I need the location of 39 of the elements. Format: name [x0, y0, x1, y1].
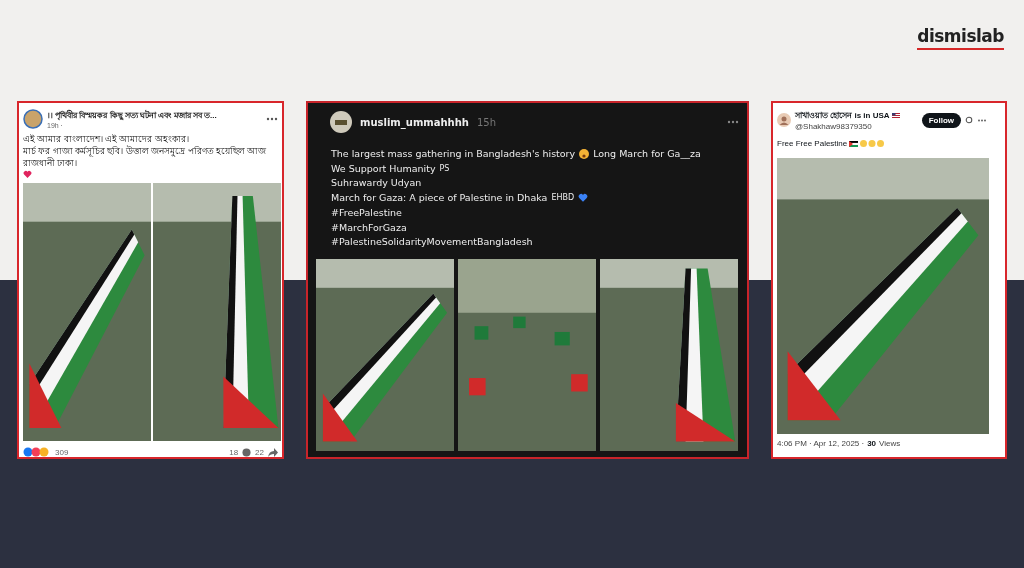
avatar-icon [330, 111, 352, 133]
more-icon[interactable] [727, 120, 739, 124]
heart-icon [23, 170, 32, 179]
post-text: মার্চ ফর গাজা কর্মসূচির ছবি। উত্তাল জনসমুদ্রে পরিণত হয়েছিল আজ রাজধানী ঢাকা। [23, 145, 268, 169]
user-handle[interactable]: @Shakhaw98379350 [795, 122, 918, 131]
username[interactable]: muslim_ummahhhh [360, 116, 469, 128]
post-text: Long March for Ga__za [593, 147, 701, 161]
comment-count[interactable]: 18 [229, 447, 239, 457]
view-count: 30 [867, 439, 877, 448]
flag-code: PS [439, 162, 450, 175]
more-icon[interactable] [266, 117, 278, 121]
follow-button[interactable]: Follow [921, 112, 961, 128]
comment-icon [242, 447, 252, 457]
flag-icon [891, 113, 900, 118]
post-text: #PalestineSolidarityMovementBangladesh [331, 235, 533, 250]
flag-icon [849, 140, 859, 147]
post-text: এই আমার বাংলাদেশ। এই আমাদের অহংকার। [23, 133, 190, 145]
post-text: #FreePalestine [331, 205, 402, 220]
flag-code: EHBD [551, 192, 575, 205]
avatar-icon [777, 113, 791, 127]
post-time: 15h [476, 116, 496, 128]
page-name[interactable]: ।। পৃথিবীর বিস্ময়কর কিছু সত্য ঘটনা এবং মজার সব ত... [47, 109, 262, 122]
views-label: Views [879, 439, 901, 448]
surprised-face-icon [579, 149, 590, 160]
reactions-icon [23, 447, 51, 457]
share-icon [268, 447, 278, 457]
share-count[interactable]: 22 [255, 447, 264, 457]
more-icon[interactable] [977, 118, 987, 122]
post-text: We Support Humanity [331, 161, 436, 176]
post-text: Suhrawardy Udyan [331, 176, 422, 191]
post-timestamp[interactable]: 4:06 PM · Apr 12, 2025 · [777, 439, 865, 448]
post-text: Free Free Palestine [777, 139, 848, 148]
post-text: #MarchForGaza [331, 220, 407, 235]
post-text: The largest mass gathering in Bangladesh's history [331, 147, 576, 161]
reaction-count[interactable]: 309 [55, 447, 69, 457]
display-name[interactable]: সাখাওয়াত হোসেন is in USA [795, 109, 890, 122]
post-text: March for Gaza: A piece of Palestine in Dhaka [331, 191, 548, 206]
brand-logo: dismislab [917, 26, 1004, 50]
avatar-icon [23, 109, 43, 129]
